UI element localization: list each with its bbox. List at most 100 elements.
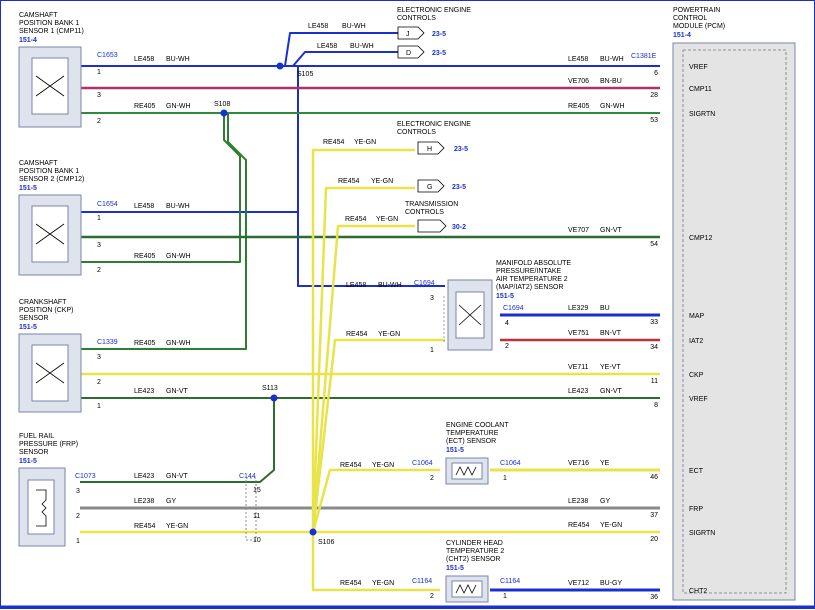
svg-text:23-5: 23-5	[452, 184, 466, 191]
svg-text:ENGINE COOLANT: ENGINE COOLANT	[446, 422, 509, 429]
svg-text:LE423: LE423	[134, 473, 154, 480]
pcm-wire-color: GY	[600, 498, 610, 505]
pcm-body	[672, 42, 796, 601]
svg-text:4: 4	[505, 320, 509, 327]
svg-text:151-5: 151-5	[496, 293, 514, 300]
pcm-signal-name: ECT	[689, 468, 704, 475]
svg-text:1: 1	[97, 69, 101, 76]
svg-text:BU-WH: BU-WH	[342, 23, 366, 30]
splice-s105-dot	[276, 62, 284, 70]
splice-s108-label: S108	[214, 101, 230, 108]
pcm-signal-name: CMP12	[689, 235, 712, 242]
svg-text:YE-GN: YE-GN	[378, 331, 400, 338]
pcm-pin-number: 11	[651, 378, 658, 385]
svg-text:151-5: 151-5	[446, 565, 464, 572]
cmp11-ref: 151-4	[19, 37, 37, 44]
svg-text:SENSOR 2 (CMP12): SENSOR 2 (CMP12)	[19, 176, 84, 183]
svg-text:LE458: LE458	[134, 56, 154, 63]
svg-text:3: 3	[97, 242, 101, 249]
svg-text:3: 3	[97, 92, 101, 99]
svg-text:RE405: RE405	[134, 340, 156, 347]
svg-text:2: 2	[97, 118, 101, 125]
svg-text:2: 2	[505, 343, 509, 350]
pcm-wire-circuit: VE712	[568, 580, 589, 587]
svg-text:LE238: LE238	[134, 498, 154, 505]
svg-text:2: 2	[76, 513, 80, 520]
pcm-wire-circuit: LE458	[568, 56, 588, 63]
svg-text:1: 1	[503, 475, 507, 482]
svg-text:1: 1	[76, 538, 80, 545]
svg-text:2: 2	[430, 475, 434, 482]
wiring-diagram: S105 S108 S113 S106 CAMSHAFT POSITION BA…	[0, 0, 815, 609]
svg-text:RE454: RE454	[346, 331, 368, 338]
svg-text:RE405: RE405	[134, 103, 156, 110]
svg-text:C144: C144	[239, 473, 256, 480]
pcm-pin-number: 46	[650, 474, 658, 481]
ckp-ref: 151-5	[19, 324, 37, 331]
svg-text:2: 2	[97, 379, 101, 386]
pcm-wire-circuit: VE707	[568, 227, 589, 234]
pcm-pin-number: 28	[650, 92, 658, 99]
pcm-wire-color: GN-VT	[600, 388, 623, 395]
cmp11-title-3: SENSOR 1 (CMP11)	[19, 28, 84, 35]
svg-text:LE458: LE458	[346, 282, 366, 289]
svg-text:MANIFOLD ABSOLUTE: MANIFOLD ABSOLUTE	[496, 260, 571, 267]
svg-text:CONTROLS: CONTROLS	[397, 129, 436, 136]
ckp-connector: C1339	[97, 339, 118, 346]
svg-text:MODULE (PCM): MODULE (PCM)	[673, 23, 725, 30]
svg-text:C1164: C1164	[500, 578, 520, 585]
svg-text:1: 1	[430, 347, 434, 354]
frp-ref: 151-5	[19, 458, 37, 465]
svg-text:G: G	[427, 184, 432, 191]
svg-text:3: 3	[430, 295, 434, 302]
svg-text:CAMSHAFT: CAMSHAFT	[19, 160, 58, 167]
svg-text:GN-WH: GN-WH	[166, 253, 191, 260]
svg-text:ELECTRONIC ENGINE: ELECTRONIC ENGINE	[397, 121, 471, 128]
svg-text:C1164: C1164	[412, 578, 432, 585]
pcm-wire-color: BN-BU	[600, 78, 622, 85]
pcm-pin-number: 36	[650, 594, 658, 601]
pcm-pin-number: 54	[650, 241, 658, 248]
svg-text:J: J	[406, 31, 410, 38]
svg-text:3: 3	[76, 488, 80, 495]
cmp12-ref: 151-5	[19, 185, 37, 192]
pcm-wire-color: YE	[600, 460, 610, 467]
svg-text:GN-VT: GN-VT	[166, 473, 189, 480]
pcm-wire-color: BU-WH	[600, 56, 624, 63]
svg-text:C1064: C1064	[412, 460, 433, 467]
splice-s113-dot	[270, 394, 278, 402]
svg-text:PRESSURE/INTAKE: PRESSURE/INTAKE	[496, 268, 562, 275]
splice-s105-label: S105	[297, 71, 313, 78]
svg-text:PRESSURE (FRP): PRESSURE (FRP)	[19, 441, 78, 448]
pcm-wire-color: BN-VT	[600, 330, 622, 337]
pcm-signal-name: VREF	[689, 64, 708, 71]
pcm-pin-number: 6	[654, 70, 658, 77]
svg-text:23-5: 23-5	[432, 50, 446, 57]
svg-text:YE-GN: YE-GN	[166, 523, 188, 530]
svg-text:YE-GN: YE-GN	[376, 216, 398, 223]
svg-text:SENSOR: SENSOR	[19, 315, 49, 322]
svg-text:YE-GN: YE-GN	[372, 462, 394, 469]
svg-text:LE458: LE458	[317, 43, 337, 50]
pcm-wire-color: GN-VT	[600, 227, 623, 234]
svg-text:AIR TEMPERATURE 2: AIR TEMPERATURE 2	[496, 276, 568, 283]
pcm-wire-color: BU-GY	[600, 580, 623, 587]
svg-text:LE423: LE423	[134, 388, 154, 395]
svg-text:C1381E: C1381E	[631, 53, 657, 60]
svg-text:TEMPERATURE 2: TEMPERATURE 2	[446, 548, 504, 555]
svg-text:SENSOR: SENSOR	[19, 449, 49, 456]
svg-text:YE-GN: YE-GN	[354, 139, 376, 146]
svg-text:TEMPERATURE: TEMPERATURE	[446, 430, 499, 437]
svg-text:ELECTRONIC ENGINE: ELECTRONIC ENGINE	[397, 7, 471, 14]
pcm-pin-number: 53	[650, 117, 658, 124]
svg-text:CONTROLS: CONTROLS	[397, 15, 436, 22]
svg-text:11: 11	[253, 513, 260, 520]
splice-s106-dot	[309, 528, 317, 536]
svg-text:LE458: LE458	[308, 23, 328, 30]
svg-text:RE454: RE454	[338, 178, 360, 185]
svg-text:YE-GN: YE-GN	[371, 178, 393, 185]
svg-text:POSITION (CKP): POSITION (CKP)	[19, 307, 73, 314]
pcm-wire-circuit: RE454	[568, 522, 590, 529]
pcm-wire-circuit: RE405	[568, 103, 590, 110]
pcm-signal-name: CHT2	[689, 588, 707, 595]
